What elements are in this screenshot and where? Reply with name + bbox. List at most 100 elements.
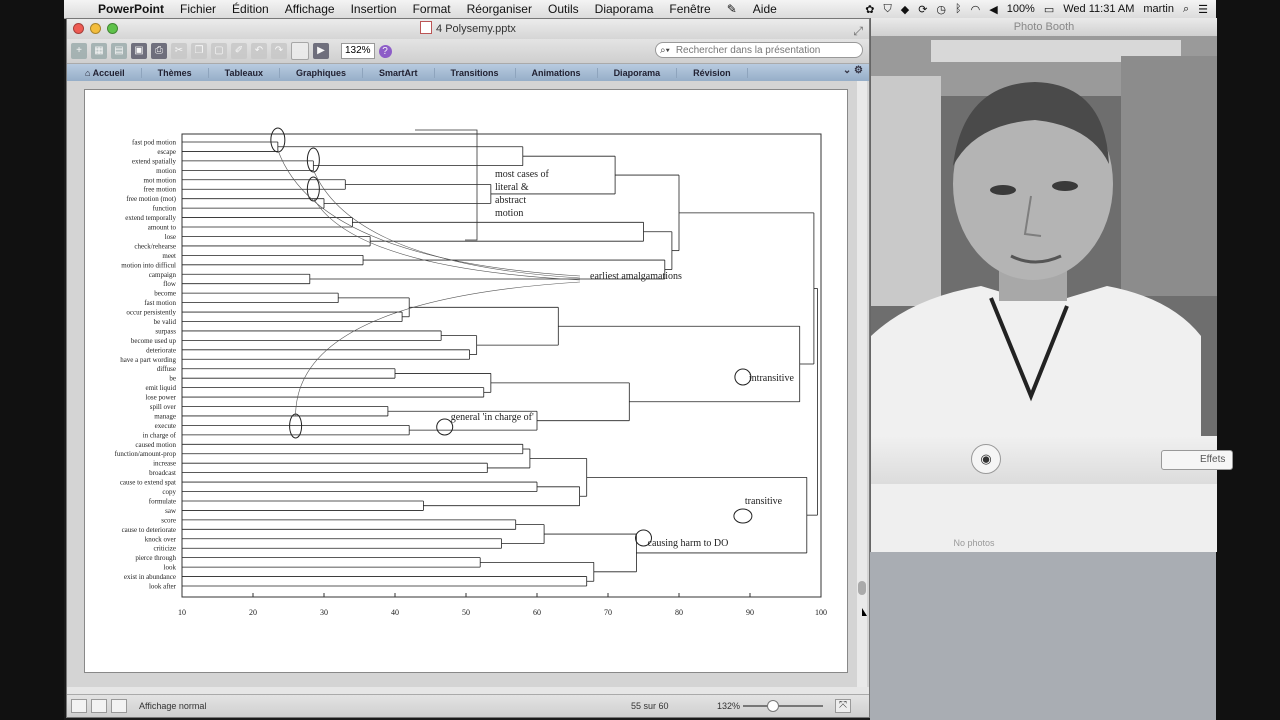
menu-diaporama[interactable]: Diaporama	[587, 2, 662, 16]
normal-view-button[interactable]	[71, 699, 87, 713]
x-tick-label: 50	[462, 608, 470, 617]
redo-icon[interactable]: ↷	[271, 43, 287, 59]
leaf-label: lose	[165, 233, 176, 241]
clock[interactable]: Wed 11:31 AM	[1063, 3, 1134, 15]
close-button[interactable]	[73, 23, 84, 34]
save-icon[interactable]: ▣	[131, 43, 147, 59]
bluetooth-icon[interactable]: ᛒ	[955, 3, 962, 15]
leaf-label: look	[164, 564, 177, 572]
annotation-earliest-amalgamations-line: earliest amalgamations	[590, 271, 682, 282]
tab-accueil[interactable]: ⌂ Accueil	[67, 67, 142, 78]
leaf-label: spill over	[150, 403, 177, 411]
annotation-transitive-line: transitive	[745, 496, 783, 507]
notification-center-icon[interactable]: ☰	[1198, 3, 1208, 16]
tab-accueil-label: Accueil	[92, 67, 125, 78]
wifi-icon[interactable]: ◠	[971, 3, 981, 16]
copy-icon[interactable]: ❐	[191, 43, 207, 59]
open-icon[interactable]: ▤	[111, 43, 127, 59]
user-name[interactable]: martin	[1143, 3, 1174, 15]
effects-button[interactable]: Effets	[1161, 450, 1233, 470]
leaf-label: free motion (mot)	[126, 195, 176, 203]
x-tick-label: 30	[320, 608, 328, 617]
dendrogram-chart: 10 20 30 40 50 60 70 80 90 100 fast pod motionesca…	[115, 127, 827, 617]
presenter-view-button[interactable]	[111, 699, 127, 713]
photobooth-window: Photo Booth ◉ Effets No photos	[870, 18, 1233, 552]
tab-animations[interactable]: Animations	[516, 67, 598, 78]
tab-smartart[interactable]: SmartArt	[363, 67, 435, 78]
zoom-slider-knob[interactable]	[767, 700, 779, 712]
camera-shutter-button[interactable]: ◉	[971, 444, 1001, 474]
window-title: 4 Polysemy.pptx	[436, 23, 516, 35]
tab-diaporama[interactable]: Diaporama	[598, 67, 678, 78]
menu-fenetre[interactable]: Fenêtre	[661, 2, 718, 16]
ribbon-options-icon[interactable]: ⌄ ⚙	[843, 65, 863, 76]
annotation-literal-motion-line: most cases of	[495, 169, 550, 180]
undo-icon[interactable]: ↶	[251, 43, 267, 59]
leaf-label: escape	[157, 148, 176, 156]
tab-themes[interactable]: Thèmes	[142, 67, 209, 78]
slide-counter: 55 sur 60	[631, 701, 669, 711]
new-slide-icon[interactable]: +	[71, 43, 87, 59]
battery-percent[interactable]: 100%	[1007, 3, 1035, 15]
menu-format[interactable]: Format	[405, 2, 459, 16]
leaf-label: motion	[156, 167, 176, 175]
zoom-slider[interactable]	[743, 705, 823, 707]
leaf-label: meet	[162, 252, 176, 260]
search-placeholder: Rechercher dans la présentation	[675, 44, 821, 56]
tab-graphiques[interactable]: Graphiques	[280, 67, 364, 78]
blank-page-icon[interactable]	[291, 42, 309, 60]
slide-canvas[interactable]: 10 20 30 40 50 60 70 80 90 100 fast pod motion esca…	[84, 89, 848, 673]
format-painter-icon[interactable]: ✐	[231, 43, 247, 59]
slideshow-icon[interactable]: ▶	[313, 43, 329, 59]
battery-icon[interactable]: ▭	[1044, 3, 1054, 16]
menu-fichier[interactable]: Fichier	[172, 2, 224, 16]
sync-icon[interactable]: ⟳	[918, 3, 927, 16]
menu-insertion[interactable]: Insertion	[343, 2, 405, 16]
x-tick-label: 20	[249, 608, 257, 617]
spotlight-icon[interactable]: ⌕	[1183, 3, 1189, 16]
tab-revision[interactable]: Révision	[677, 67, 748, 78]
leaf-label: broadcast	[149, 469, 176, 477]
menu-outils[interactable]: Outils	[540, 2, 587, 16]
leaf-label: function/amount-prop	[115, 450, 177, 458]
x-tick-label: 70	[604, 608, 612, 617]
fullscreen-icon[interactable]: ⤢	[853, 21, 863, 41]
zoom-button[interactable]	[107, 23, 118, 34]
sorter-view-button[interactable]	[91, 699, 107, 713]
search-icon: ⌕▾	[660, 44, 670, 56]
time-machine-icon[interactable]: ◷	[936, 3, 946, 16]
gallery-icon[interactable]: ▦	[91, 43, 107, 59]
menu-app-name[interactable]: PowerPoint	[90, 2, 172, 16]
search-field[interactable]: ⌕▾ Rechercher dans la présentation	[655, 42, 863, 58]
menu-aide[interactable]: Aide	[745, 2, 785, 16]
menu-edition[interactable]: Édition	[224, 2, 277, 16]
menu-reorganiser[interactable]: Réorganiser	[459, 2, 540, 16]
zoom-select[interactable]: 132%	[341, 43, 375, 59]
volume-icon[interactable]: ◀	[989, 3, 997, 16]
no-photos-label: No photos	[953, 538, 995, 548]
paste-icon[interactable]: ▢	[211, 43, 227, 59]
vertical-scrollbar[interactable]	[857, 81, 867, 687]
script-menu-icon[interactable]: ✎	[719, 2, 745, 16]
minimize-button[interactable]	[90, 23, 101, 34]
leaf-label: manage	[154, 412, 176, 420]
print-icon[interactable]: ⎙	[151, 43, 167, 59]
status-bar: Affichage normal 55 sur 60 132% ⤧	[67, 694, 869, 717]
status-zoom: 132%	[717, 701, 741, 711]
scroll-thumb[interactable]	[858, 581, 866, 595]
screen-border-left	[0, 0, 64, 720]
webcam-image	[871, 36, 1217, 436]
menu-affichage[interactable]: Affichage	[277, 2, 343, 16]
shield-icon[interactable]: ⛉	[883, 3, 891, 16]
status-icon[interactable]: ✿	[865, 3, 874, 16]
dropbox-icon[interactable]: ◆	[901, 3, 909, 16]
document-icon	[420, 21, 433, 34]
fit-to-window-icon[interactable]: ⤧	[835, 699, 851, 713]
tab-transitions[interactable]: Transitions	[435, 67, 516, 78]
amalgamation-curve	[313, 197, 581, 281]
tab-tableaux[interactable]: Tableaux	[209, 67, 280, 78]
leaf-label: flow	[163, 280, 177, 288]
leaf-label: be	[169, 375, 176, 383]
help-icon[interactable]: ?	[378, 44, 392, 58]
cut-icon[interactable]: ✂	[171, 43, 187, 59]
